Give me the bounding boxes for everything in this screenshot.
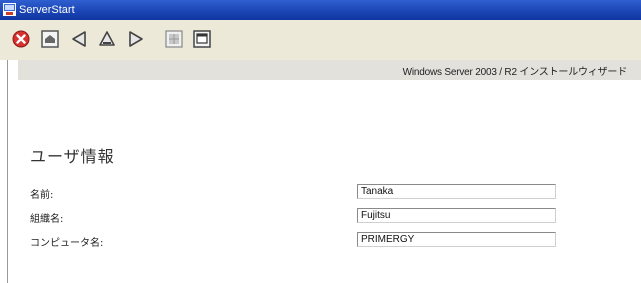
wizard-banner-text: Windows Server 2003 / R2 インストールウィザード [402,67,628,78]
home-icon[interactable] [41,30,59,48]
toolbar [0,20,641,60]
left-divider [7,60,8,283]
name-label: 名前: [30,190,54,201]
back-icon[interactable] [70,30,88,48]
name-field[interactable] [357,184,556,199]
close-icon[interactable] [12,30,30,48]
forward-icon[interactable] [127,30,145,48]
wizard-banner: Windows Server 2003 / R2 インストールウィザード [18,60,641,80]
organization-field[interactable] [357,208,556,223]
window-title: ServerStart [19,4,75,16]
title-bar: ServerStart [0,0,641,20]
organization-label: 組織名: [30,214,64,225]
window-icon[interactable] [193,30,211,48]
computer-name-label: コンピュータ名: [30,238,104,249]
grid-icon[interactable] [165,30,183,48]
app-icon [3,3,16,16]
page-heading: ユーザ情報 [30,147,115,166]
computer-name-field[interactable] [357,232,556,247]
up-icon[interactable] [98,30,116,48]
